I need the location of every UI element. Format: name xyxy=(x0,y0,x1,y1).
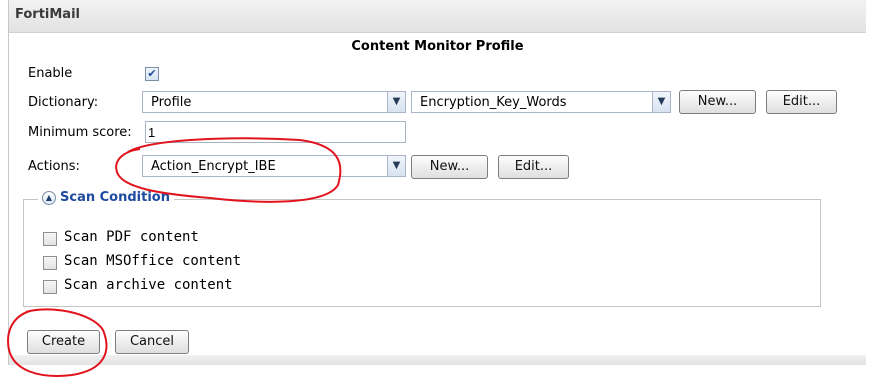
annotation-circle-actions xyxy=(115,137,342,203)
annotation-circle-create xyxy=(7,308,108,377)
annotation-overlay xyxy=(7,137,342,377)
